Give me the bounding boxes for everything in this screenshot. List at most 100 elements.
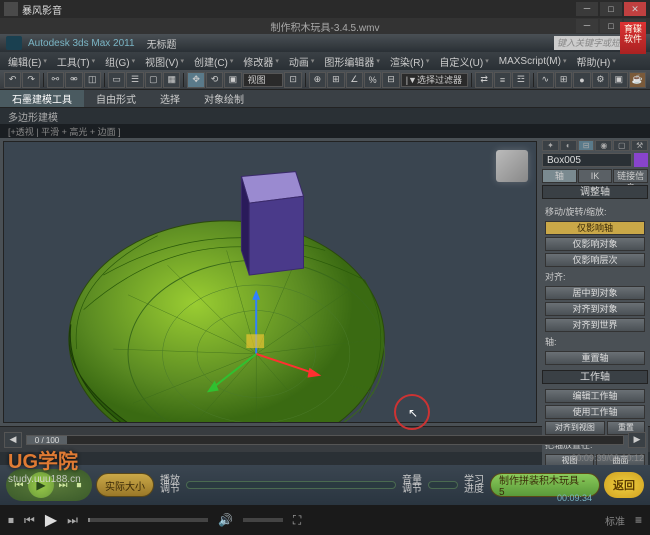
- tab-utilities-icon[interactable]: ⚒: [631, 140, 648, 151]
- sys-mode-label[interactable]: 标准: [605, 513, 625, 528]
- sys-play-icon[interactable]: ▶: [45, 510, 57, 530]
- subtab-ik[interactable]: IK: [578, 169, 613, 183]
- tab-objpaint[interactable]: 对象绘制: [192, 90, 256, 107]
- menu-edit[interactable]: 编辑(E): [4, 54, 51, 69]
- rotate-icon[interactable]: ⟲: [206, 72, 223, 88]
- sys-next-icon[interactable]: ⏭: [67, 513, 78, 528]
- select-icon[interactable]: ▭: [108, 72, 125, 88]
- sys-progress-slider[interactable]: [88, 518, 208, 522]
- menu-modifiers[interactable]: 修改器: [239, 54, 283, 69]
- btn-affect-object-only[interactable]: 仅影响对象: [545, 237, 645, 251]
- vid-min-icon[interactable]: －: [576, 19, 598, 33]
- app-header: Autodesk 3ds Max 2011 无标题 键入关键字或短语: [0, 34, 650, 52]
- spinner-snap-icon[interactable]: ⊟: [382, 72, 399, 88]
- refcoord-dropdown[interactable]: 视图: [243, 73, 284, 87]
- material-icon[interactable]: ●: [573, 72, 590, 88]
- back-button[interactable]: 返回: [604, 472, 644, 498]
- sys-volume-slider[interactable]: [243, 518, 283, 522]
- mirror-icon[interactable]: ⇄: [475, 72, 492, 88]
- btn-align-to-object[interactable]: 对齐到对象: [545, 302, 645, 316]
- select-name-icon[interactable]: ☰: [126, 72, 143, 88]
- align-icon[interactable]: ≡: [494, 72, 511, 88]
- menu-graph[interactable]: 图形编辑器: [320, 54, 384, 69]
- close-button[interactable]: ✕: [624, 2, 646, 16]
- app-logo-icon[interactable]: [6, 36, 22, 50]
- btn-align-to-world[interactable]: 对齐到世界: [545, 318, 645, 332]
- timeline-next-icon[interactable]: ▶: [628, 432, 646, 448]
- minimize-button[interactable]: －: [576, 2, 598, 16]
- object-name-field[interactable]: Box005: [542, 153, 632, 167]
- time-slider-handle[interactable]: 0 / 100: [27, 436, 67, 444]
- rollout-working-pivot[interactable]: 工作轴: [542, 370, 648, 384]
- sys-menu-icon[interactable]: ≡: [635, 513, 642, 527]
- menu-tools[interactable]: 工具(T): [53, 54, 99, 69]
- unlink-icon[interactable]: ⚮: [65, 72, 82, 88]
- sys-stop-icon[interactable]: ⏹: [8, 513, 14, 528]
- render-frame-icon[interactable]: ▣: [610, 72, 627, 88]
- menu-render[interactable]: 渲染(R): [386, 54, 433, 69]
- tab-motion-icon[interactable]: ◉: [595, 140, 612, 151]
- tab-hierarchy-icon[interactable]: ⊟: [578, 140, 595, 151]
- menu-group[interactable]: 组(G): [101, 54, 139, 69]
- schematic-icon[interactable]: ⊞: [555, 72, 572, 88]
- tab-create-icon[interactable]: ✦: [542, 140, 559, 151]
- tab-freeform[interactable]: 自由形式: [84, 90, 148, 107]
- viewport-label[interactable]: [+透视 | 平滑 + 高光 + 边面 ]: [0, 124, 650, 138]
- snap-icon[interactable]: ⊞: [327, 72, 344, 88]
- actual-size-button[interactable]: 实际大小: [96, 473, 154, 497]
- btn-affect-pivot-only[interactable]: 仅影响轴: [545, 221, 645, 235]
- subtab-pivot[interactable]: 轴: [542, 169, 577, 183]
- redo-icon[interactable]: ↷: [22, 72, 39, 88]
- btn-center-to-object[interactable]: 居中到对象: [545, 286, 645, 300]
- volume-slider[interactable]: [428, 481, 458, 489]
- viewport-perspective[interactable]: ↖: [3, 141, 537, 423]
- btn-reset-pivot[interactable]: 重置轴: [545, 351, 645, 365]
- menu-custom[interactable]: 自定义(U): [435, 54, 492, 69]
- manip-icon[interactable]: ⊕: [309, 72, 326, 88]
- courseware-player-bar: ⏮ ▶ ⏭ ⏹ 实际大小 播放调节 音量调节 学习进度 制作拼装积木玩具 - 5…: [0, 465, 650, 505]
- tab-selection[interactable]: 选择: [148, 90, 192, 107]
- render-icon[interactable]: ☕: [629, 72, 646, 88]
- menu-create[interactable]: 创建(C): [190, 54, 237, 69]
- layers-icon[interactable]: ☲: [512, 72, 529, 88]
- label-move-rot-scale: 移动/旋转/缩放:: [545, 204, 645, 219]
- tab-modify-icon[interactable]: ◐: [560, 140, 577, 151]
- named-sel-dropdown[interactable]: |▼选择过滤器: [401, 73, 469, 87]
- menu-animation[interactable]: 动画: [285, 54, 319, 69]
- sys-mute-icon[interactable]: 🔊: [218, 513, 233, 527]
- render-setup-icon[interactable]: ⚙: [592, 72, 609, 88]
- pivot-center-icon[interactable]: ⊡: [284, 72, 301, 88]
- viewcube-icon[interactable]: [496, 150, 528, 182]
- tab-display-icon[interactable]: ▢: [613, 140, 630, 151]
- menu-maxscript[interactable]: MAXScript(M): [495, 56, 571, 67]
- btn-edit-working-pivot[interactable]: 编辑工作轴: [545, 389, 645, 403]
- move-icon[interactable]: ✥: [187, 72, 204, 88]
- label-pivot: 轴:: [545, 334, 645, 349]
- pct-snap-icon[interactable]: %: [364, 72, 381, 88]
- select-region-icon[interactable]: ▢: [145, 72, 162, 88]
- ribbon-panel-label[interactable]: 多边形建模: [0, 108, 650, 124]
- window-cross-icon[interactable]: ▦: [163, 72, 180, 88]
- btn-align-to-view[interactable]: 对齐到视图: [545, 421, 605, 435]
- angle-snap-icon[interactable]: ∠: [346, 72, 363, 88]
- vid-max-icon[interactable]: □: [600, 19, 622, 33]
- rollout-adjust-pivot[interactable]: 调整轴: [542, 185, 648, 199]
- bind-icon[interactable]: ◫: [84, 72, 101, 88]
- tab-graphite[interactable]: 石墨建模工具: [0, 90, 84, 107]
- btn-use-working-pivot[interactable]: 使用工作轴: [545, 405, 645, 419]
- sys-prev-icon[interactable]: ⏮: [24, 513, 35, 528]
- btn-affect-hierarchy[interactable]: 仅影响层次: [545, 253, 645, 267]
- progress-slider[interactable]: [186, 481, 396, 489]
- time-slider[interactable]: 0 / 100: [26, 435, 624, 445]
- scale-icon[interactable]: ▣: [224, 72, 241, 88]
- viewport-canvas[interactable]: [4, 142, 536, 422]
- maximize-button[interactable]: □: [600, 2, 622, 16]
- sys-fullscreen-icon[interactable]: ⛶: [293, 513, 301, 528]
- undo-icon[interactable]: ↶: [4, 72, 21, 88]
- link-icon[interactable]: ⚯: [47, 72, 64, 88]
- menu-help[interactable]: 帮助(H): [573, 54, 620, 69]
- curve-editor-icon[interactable]: ∿: [537, 72, 554, 88]
- object-color-swatch[interactable]: [634, 153, 648, 167]
- menu-views[interactable]: 视图(V): [141, 54, 188, 69]
- subtab-linkinfo[interactable]: 链接信息: [613, 169, 648, 183]
